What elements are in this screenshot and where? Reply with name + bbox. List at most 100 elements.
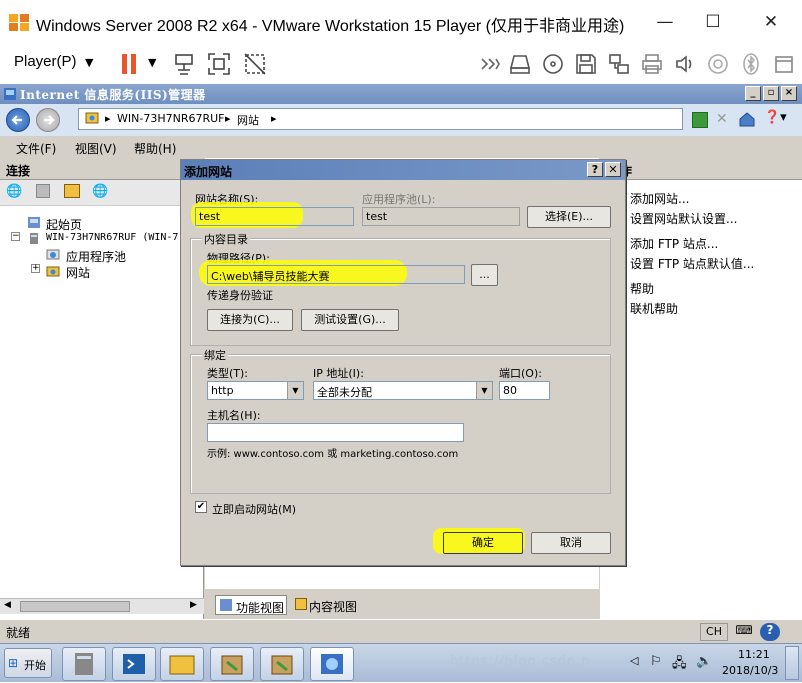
forward-button[interactable] <box>36 108 60 132</box>
menu-view[interactable]: 视图(V) <box>75 140 117 157</box>
action-add-ftp[interactable]: 添加 FTP 站点... <box>630 235 718 252</box>
taskbar-app-2[interactable] <box>260 647 304 681</box>
message-icon[interactable] <box>772 52 796 76</box>
scroll-thumb[interactable] <box>20 601 130 612</box>
keyboard-icon[interactable]: ⌨ <box>732 623 756 641</box>
tree-collapse-icon[interactable]: − <box>11 232 20 241</box>
hard-disk-icon[interactable] <box>508 52 532 76</box>
taskbar-powershell[interactable] <box>112 647 156 681</box>
tree-server[interactable]: WIN-73H7NR67RUF (WIN-7 <box>46 232 178 243</box>
browse-button[interactable]: ... <box>471 264 498 286</box>
bluetooth-icon[interactable] <box>739 52 763 76</box>
start-now-checkbox[interactable]: ✔ <box>195 501 207 513</box>
menu-file[interactable]: 文件(F) <box>16 140 56 157</box>
breadcrumb-sites[interactable]: 网站 <box>237 112 259 128</box>
server-small-icon <box>85 111 99 128</box>
ok-button[interactable]: 确定 <box>443 532 523 554</box>
webcam-icon[interactable] <box>706 52 730 76</box>
tab-features-view[interactable]: 功能视图 <box>215 595 287 615</box>
minimize-button[interactable]: — <box>650 8 680 36</box>
action-ftp-defaults[interactable]: 设置 FTP 站点默认值... <box>630 255 754 272</box>
save-icon[interactable] <box>36 184 50 198</box>
action-help[interactable]: 帮助 <box>630 280 654 297</box>
breadcrumb-server[interactable]: WIN-73H7NR67RUF <box>117 112 224 125</box>
connections-hscrollbar[interactable]: ◀ ▶ <box>0 598 204 614</box>
iis-window-title: Internet 信息服务(IIS)管理器 <box>20 88 206 102</box>
taskbar-explorer[interactable] <box>160 647 204 681</box>
iis-minimize-button[interactable]: _ <box>745 86 761 101</box>
dialog-help-button[interactable]: ? <box>587 162 603 177</box>
menu-help[interactable]: 帮助(H) <box>134 140 176 157</box>
clock-time[interactable]: 11:21 <box>738 648 770 661</box>
dropdown-arrow-icon[interactable]: ▼ <box>476 382 492 399</box>
taskbar-server-manager[interactable] <box>62 647 106 681</box>
send-keys-icon[interactable] <box>172 52 196 76</box>
close-button[interactable]: ✕ <box>756 8 786 36</box>
vmware-title-bar: Windows Server 2008 R2 x64 - VMware Work… <box>0 0 802 44</box>
address-box[interactable]: ▸ WIN-73H7NR67RUF ▸ 网站 ▸ <box>78 108 683 130</box>
tray-arrow-icon[interactable]: ◁ <box>630 654 638 667</box>
breadcrumb-sep-icon: ▸ <box>105 112 111 125</box>
iis-close-button[interactable]: × <box>781 86 797 101</box>
forward-icon[interactable] <box>478 52 502 76</box>
floppy-icon[interactable] <box>574 52 598 76</box>
network-icon[interactable] <box>607 52 631 76</box>
player-menu[interactable]: Player(P) <box>14 53 77 70</box>
help-menu-icon[interactable]: ❓▾ <box>764 110 794 128</box>
clock-date[interactable]: 2018/10/3 <box>722 664 778 677</box>
scroll-right-icon[interactable]: ▶ <box>190 600 197 610</box>
action-online-help[interactable]: 联机帮助 <box>630 300 678 317</box>
show-desktop-button[interactable] <box>785 646 799 680</box>
dialog-close-button[interactable]: ✕ <box>605 162 621 177</box>
taskbar-app-1[interactable] <box>210 647 254 681</box>
tree-sites[interactable]: 网站 <box>66 264 90 281</box>
back-button[interactable] <box>6 108 30 132</box>
start-button[interactable]: ⊞ 开始 <box>4 648 52 678</box>
type-select[interactable]: http ▼ <box>207 381 304 400</box>
action-site-defaults[interactable]: 设置网站默认设置... <box>630 210 737 227</box>
test-settings-button[interactable]: 测试设置(G)... <box>301 309 399 331</box>
vmware-toolbar: Player(P) ▼ ▼ <box>0 44 802 84</box>
refresh-icon[interactable] <box>692 112 708 128</box>
tray-flag-icon[interactable]: ⚐ <box>650 654 662 669</box>
fullscreen-icon[interactable] <box>207 52 231 76</box>
home-icon[interactable] <box>738 110 756 128</box>
tree-app-pools[interactable]: 应用程序池 <box>66 248 126 265</box>
tab-content-view[interactable]: 内容视图 <box>309 598 357 615</box>
tray-volume-icon[interactable]: 🔈 <box>696 654 712 669</box>
ime-help-icon[interactable]: ? <box>760 623 780 641</box>
stop-icon[interactable]: ✕ <box>716 112 732 128</box>
printer-icon[interactable] <box>640 52 664 76</box>
cancel-button[interactable]: 取消 <box>531 532 611 554</box>
iis-restore-button[interactable]: ▫ <box>763 86 779 101</box>
port-input[interactable]: 80 <box>499 381 550 400</box>
unity-icon[interactable] <box>243 52 267 76</box>
sound-icon[interactable] <box>673 52 697 76</box>
connect-icon[interactable]: 🌐 <box>6 184 22 199</box>
taskbar-iis-manager[interactable] <box>310 647 354 681</box>
language-indicator[interactable]: CH <box>700 623 728 641</box>
maximize-button[interactable]: ☐ <box>698 8 728 36</box>
pause-icon[interactable] <box>118 52 142 76</box>
up-folder-icon[interactable] <box>64 184 80 198</box>
ip-address-select[interactable]: 全部未分配 ▼ <box>313 381 493 400</box>
action-add-site[interactable]: 添加网站... <box>630 190 689 207</box>
select-app-pool-button[interactable]: 选择(E)... <box>527 206 611 228</box>
tray-network-icon[interactable]: 🖧 <box>672 654 687 676</box>
physical-path-input[interactable]: C:\web\辅导员技能大赛 <box>207 265 465 284</box>
site-name-input[interactable]: test <box>195 207 354 226</box>
actions-panel: 作 添加网站... 设置网站默认设置... 添加 FTP 站点... 设置 FT… <box>600 158 802 628</box>
disconnect-icon[interactable]: 🌐 <box>92 184 108 199</box>
tree-expand-icon[interactable]: + <box>31 264 40 273</box>
dropdown-arrow-icon[interactable]: ▼ <box>287 382 303 399</box>
server-icon <box>27 232 41 245</box>
vmware-logo-icon <box>8 12 30 32</box>
status-bar: 就绪 CH ⌨ ? <box>0 619 802 643</box>
cd-icon[interactable] <box>541 52 565 76</box>
hostname-input[interactable] <box>207 423 464 442</box>
scroll-left-icon[interactable]: ◀ <box>4 600 11 610</box>
player-menu-arrow-icon[interactable]: ▼ <box>85 56 93 69</box>
tree-start-page[interactable]: 起始页 <box>46 216 82 233</box>
pause-arrow-icon[interactable]: ▼ <box>148 56 156 69</box>
connect-as-button[interactable]: 连接为(C)... <box>207 309 293 331</box>
